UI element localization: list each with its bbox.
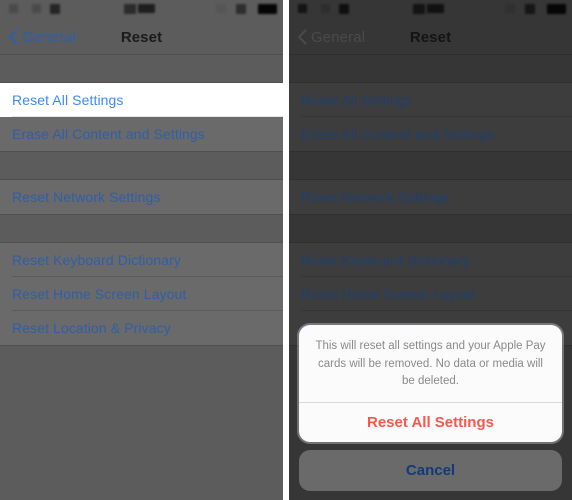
- list-item-label: Erase All Content and Settings: [301, 126, 494, 142]
- list-item-label: Reset Home Screen Layout: [12, 286, 187, 302]
- list-empty-area: [0, 347, 283, 500]
- settings-list: Reset All Settings Erase All Content and…: [0, 55, 283, 347]
- action-sheet-card: This will reset all settings and your Ap…: [299, 325, 562, 442]
- signal-icon: [298, 4, 307, 13]
- list-group-three: Reset Keyboard Dictionary Reset Home Scr…: [0, 242, 283, 346]
- list-item-reset-keyboard-dictionary[interactable]: Reset Keyboard Dictionary: [0, 243, 283, 277]
- list-item-label: Reset All Settings: [301, 92, 413, 108]
- location-icon: [505, 4, 515, 13]
- clock-redacted-2: [427, 4, 444, 13]
- list-item-label: Reset Keyboard Dictionary: [301, 252, 471, 268]
- list-item-label: Reset Home Screen Layout: [301, 286, 476, 302]
- clock-redacted: [413, 4, 425, 14]
- list-group-one: Reset All Settings Erase All Content and…: [0, 82, 283, 152]
- list-item-label: Erase All Content and Settings: [12, 126, 205, 142]
- phone-screen-step-1: General Reset Reset All Settings Erase A…: [0, 0, 283, 500]
- list-group-two: Reset Network Settings: [289, 179, 572, 215]
- list-top-spacer: [0, 55, 283, 82]
- wifi-icon: [321, 4, 330, 13]
- action-sheet-reset-all-settings-button[interactable]: Reset All Settings: [299, 403, 562, 442]
- page-title: Reset: [409, 28, 452, 46]
- list-item-label: Reset Keyboard Dictionary: [12, 252, 182, 268]
- list-top-spacer: [289, 55, 572, 82]
- navigation-bar: General Reset: [0, 19, 283, 55]
- wifi-icon: [32, 4, 41, 13]
- navigation-bar: General Reset: [289, 19, 572, 55]
- battery-icon: [547, 4, 566, 14]
- signal-icon: [9, 4, 18, 13]
- status-bar: [0, 0, 283, 19]
- list-item-reset-all-settings[interactable]: Reset All Settings: [289, 83, 572, 117]
- list-item-reset-home-screen-layout[interactable]: Reset Home Screen Layout: [0, 277, 283, 311]
- settings-list: Reset All Settings Erase All Content and…: [289, 55, 572, 347]
- list-mid-spacer: [289, 152, 572, 179]
- list-item-reset-all-settings[interactable]: Reset All Settings: [0, 83, 283, 117]
- list-group-one: Reset All Settings Erase All Content and…: [289, 82, 572, 152]
- list-item-reset-home-screen-layout[interactable]: Reset Home Screen Layout: [289, 277, 572, 311]
- list-item-reset-network-settings[interactable]: Reset Network Settings: [289, 180, 572, 214]
- location-icon: [216, 4, 226, 13]
- status-bar: [289, 0, 572, 19]
- phone-screen-step-2: General Reset Reset All Settings Erase A…: [289, 0, 572, 500]
- action-sheet: This will reset all settings and your Ap…: [299, 325, 562, 491]
- list-mid-spacer-2: [0, 215, 283, 242]
- carrier-icon: [50, 4, 60, 14]
- list-item-reset-network-settings[interactable]: Reset Network Settings: [0, 180, 283, 214]
- list-item-label: Reset Location & Privacy: [12, 320, 171, 336]
- list-item-label: Reset Network Settings: [12, 189, 161, 205]
- bluetooth-icon: [236, 4, 246, 14]
- list-item-label: Reset Network Settings: [301, 189, 450, 205]
- list-mid-spacer-2: [289, 215, 572, 242]
- action-sheet-message: This will reset all settings and your Ap…: [299, 325, 562, 403]
- list-item-label: Reset All Settings: [12, 92, 124, 108]
- list-item-reset-location-privacy[interactable]: Reset Location & Privacy: [0, 311, 283, 345]
- clock-redacted-2: [138, 4, 155, 13]
- list-item-erase-all-content[interactable]: Erase All Content and Settings: [0, 117, 283, 151]
- side-by-side-screenshot: General Reset Reset All Settings Erase A…: [0, 0, 572, 500]
- battery-icon: [258, 4, 277, 14]
- bluetooth-icon: [525, 4, 535, 14]
- list-item-erase-all-content[interactable]: Erase All Content and Settings: [289, 117, 572, 151]
- list-mid-spacer: [0, 152, 283, 179]
- clock-redacted: [124, 4, 136, 14]
- action-sheet-cancel-button[interactable]: Cancel: [299, 450, 562, 491]
- list-item-reset-keyboard-dictionary[interactable]: Reset Keyboard Dictionary: [289, 243, 572, 277]
- carrier-icon: [339, 4, 349, 14]
- page-title: Reset: [120, 28, 163, 46]
- list-group-two: Reset Network Settings: [0, 179, 283, 215]
